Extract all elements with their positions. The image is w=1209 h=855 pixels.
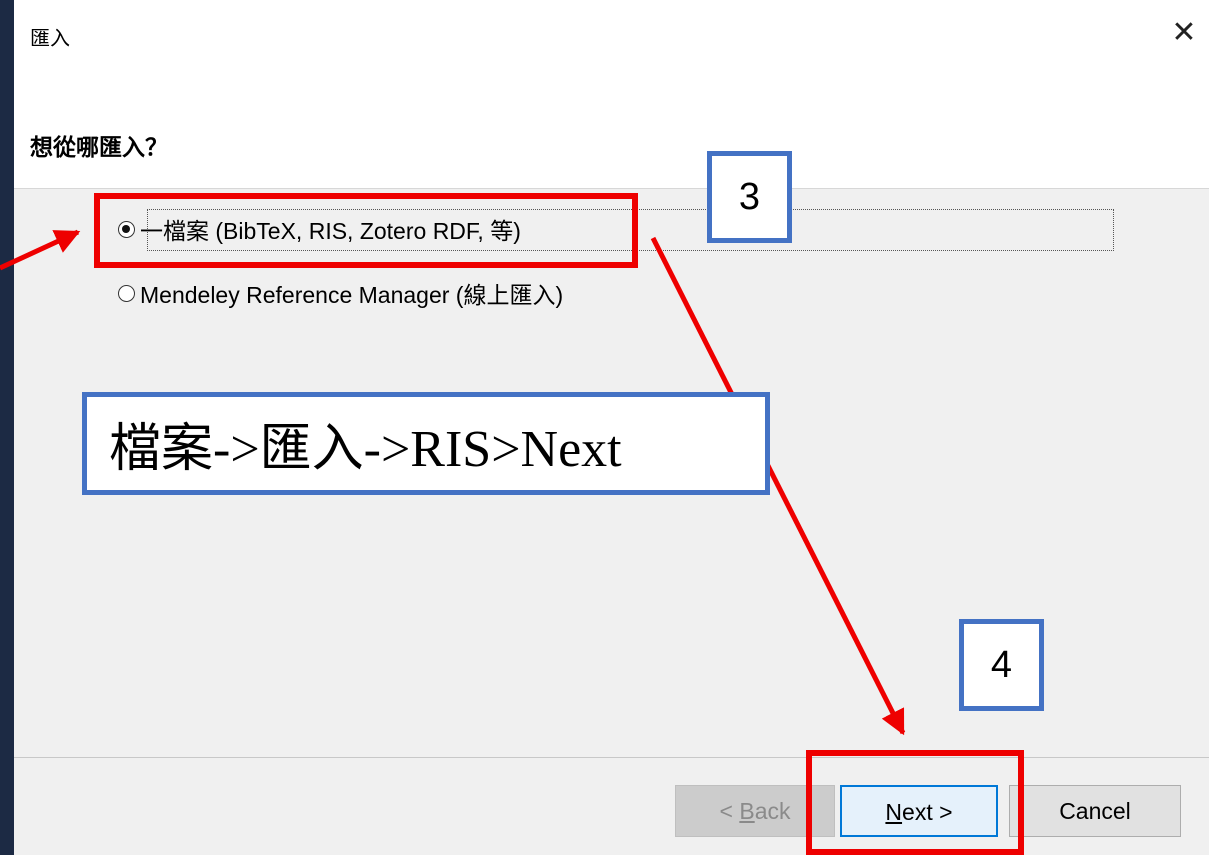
step-3-number: 3 — [738, 175, 761, 218]
highlight-file-option — [94, 193, 638, 268]
step-3-label: 3 — [707, 151, 792, 243]
arrow-to-file-option — [0, 229, 81, 271]
highlight-next-button — [806, 750, 1024, 855]
instruction-text: 檔案->匯入->RIS>Next — [109, 421, 622, 478]
instruction-callout: 檔案->匯入->RIS>Next — [82, 392, 770, 495]
step-4-label: 4 — [959, 619, 1044, 711]
step-4-number: 4 — [990, 643, 1013, 686]
